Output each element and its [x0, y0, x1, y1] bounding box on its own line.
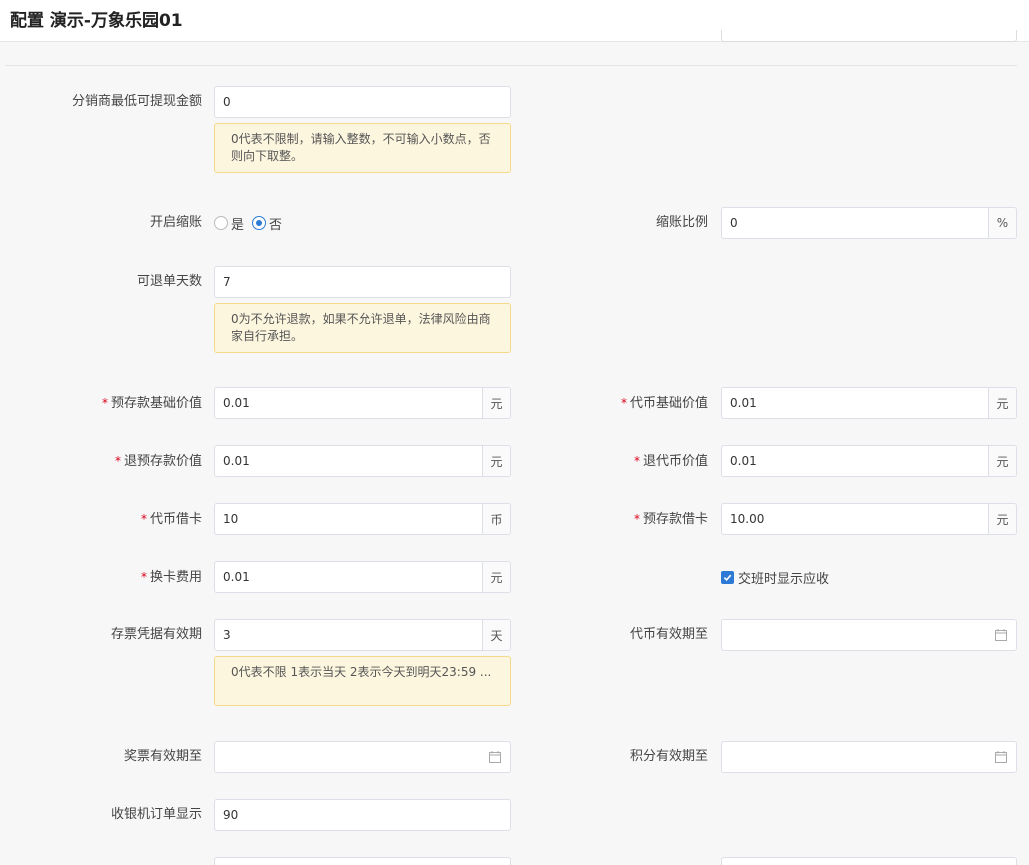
prize-expiry-date-input[interactable] — [214, 741, 511, 773]
refund-token-input[interactable]: 0.01 元 — [721, 445, 1017, 477]
required-mark: * — [140, 512, 147, 526]
token-base-label: * 代币基础价值 — [512, 387, 708, 419]
deposit-base-label-text: 预存款基础价值 — [110, 396, 202, 411]
deposit-base-unit: 元 — [482, 388, 510, 418]
refund-days-input[interactable]: 7 — [214, 266, 511, 298]
refund-deposit-input[interactable]: 0.01 元 — [214, 445, 511, 477]
min-withdraw-hint: 0代表不限制，请输入整数，不可输入小数点，否则向下取整。 — [214, 123, 511, 173]
refund-days-hint: 0为不允许退款，如果不允许退单，法律风险由商家自行承担。 — [214, 303, 511, 353]
deposit-base-input[interactable]: 0.01 元 — [214, 387, 511, 419]
token-expiry-label: 代币有效期至 — [629, 627, 708, 642]
deposit-debit-input[interactable]: 10.00 元 — [721, 503, 1017, 535]
enable-shrink-yes-label: 是 — [231, 217, 245, 233]
page-title: 配置 演示-万象乐园01 — [10, 11, 183, 31]
section-divider — [5, 65, 1017, 66]
card-change-fee-label-text: 换卡费用 — [149, 570, 202, 585]
enable-shrink-no[interactable]: 否 — [252, 214, 282, 233]
deposit-debit-value: 10.00 — [730, 512, 765, 526]
card-change-fee-unit: 元 — [482, 562, 510, 592]
min-withdraw-label: 分销商最低可提现金额 — [71, 94, 202, 109]
deposit-base-label: * 预存款基础价值 — [6, 387, 202, 419]
next-row-right-input[interactable] — [721, 857, 1017, 865]
token-debit-label: * 代币借卡 — [6, 503, 202, 535]
card-change-fee-input[interactable]: 0.01 元 — [214, 561, 511, 593]
enable-shrink-radio-group: 是 否 — [214, 207, 290, 239]
ticket-validity-value: 3 — [223, 628, 231, 642]
enable-shrink-label: 开启缩账 — [149, 215, 202, 230]
token-base-unit: 元 — [988, 388, 1016, 418]
ticket-validity-hint: 0代表不限 1表示当天 2表示今天到明天23:59 ... — [214, 656, 511, 706]
shrink-ratio-unit: % — [988, 208, 1016, 238]
shift-show-label: 交班时显示应收 — [738, 571, 830, 587]
token-debit-input[interactable]: 10 币 — [214, 503, 511, 535]
card-change-fee-value: 0.01 — [223, 570, 250, 584]
deposit-debit-label-text: 预存款借卡 — [642, 512, 708, 527]
required-mark: * — [633, 454, 640, 468]
shift-show-checkbox[interactable]: 交班时显示应收 — [721, 561, 829, 593]
token-debit-unit: 币 — [482, 504, 510, 534]
token-debit-label-text: 代币借卡 — [149, 512, 202, 527]
next-row-left-input[interactable] — [214, 857, 511, 865]
min-withdraw-input[interactable]: 0 — [214, 86, 511, 118]
refund-days-value: 7 — [223, 275, 231, 289]
refund-deposit-label-text: 退预存款价值 — [123, 454, 202, 469]
token-debit-value: 10 — [223, 512, 239, 526]
shrink-ratio-label: 缩账比例 — [655, 215, 708, 230]
calendar-icon[interactable] — [480, 742, 510, 772]
refund-token-value: 0.01 — [730, 454, 757, 468]
shrink-ratio-value: 0 — [730, 216, 738, 230]
checkbox-checked-icon[interactable] — [721, 570, 734, 584]
pos-orders-value: 90 — [223, 808, 239, 822]
token-base-value: 0.01 — [730, 396, 757, 410]
top-select-stub[interactable] — [721, 30, 1017, 42]
points-expiry-label: 积分有效期至 — [629, 749, 708, 764]
deposit-debit-label: * 预存款借卡 — [512, 503, 708, 535]
deposit-debit-unit: 元 — [988, 504, 1016, 534]
ticket-validity-input[interactable]: 3 天 — [214, 619, 511, 651]
radio-yes-icon[interactable] — [214, 216, 228, 230]
token-base-label-text: 代币基础价值 — [629, 396, 708, 411]
refund-deposit-value: 0.01 — [223, 454, 250, 468]
refund-token-unit: 元 — [988, 446, 1016, 476]
enable-shrink-no-label: 否 — [269, 217, 283, 233]
refund-days-label: 可退单天数 — [136, 274, 202, 289]
calendar-icon[interactable] — [986, 620, 1016, 650]
required-mark: * — [114, 454, 121, 468]
min-withdraw-value: 0 — [223, 95, 231, 109]
token-base-input[interactable]: 0.01 元 — [721, 387, 1017, 419]
prize-expiry-label: 奖票有效期至 — [123, 749, 202, 764]
required-mark: * — [140, 570, 147, 584]
points-expiry-date-input[interactable] — [721, 741, 1017, 773]
deposit-base-value: 0.01 — [223, 396, 250, 410]
pos-orders-label: 收银机订单显示 — [110, 807, 202, 822]
page-header: 配置 演示-万象乐园01 — [0, 0, 1029, 42]
ticket-validity-label: 存票凭据有效期 — [110, 627, 202, 642]
radio-no-icon[interactable] — [252, 216, 267, 230]
refund-deposit-unit: 元 — [482, 446, 510, 476]
calendar-icon[interactable] — [986, 742, 1016, 772]
required-mark: * — [101, 396, 108, 410]
shrink-ratio-input[interactable]: 0 % — [721, 207, 1017, 239]
required-mark: * — [620, 396, 627, 410]
enable-shrink-yes[interactable]: 是 — [214, 214, 244, 233]
pos-orders-input[interactable]: 90 — [214, 799, 511, 831]
refund-token-label-text: 退代币价值 — [642, 454, 708, 469]
required-mark: * — [633, 512, 640, 526]
ticket-validity-unit: 天 — [482, 620, 510, 650]
refund-deposit-label: * 退预存款价值 — [6, 445, 202, 477]
card-change-fee-label: * 换卡费用 — [6, 561, 202, 593]
token-expiry-date-input[interactable] — [721, 619, 1017, 651]
refund-token-label: * 退代币价值 — [512, 445, 708, 477]
